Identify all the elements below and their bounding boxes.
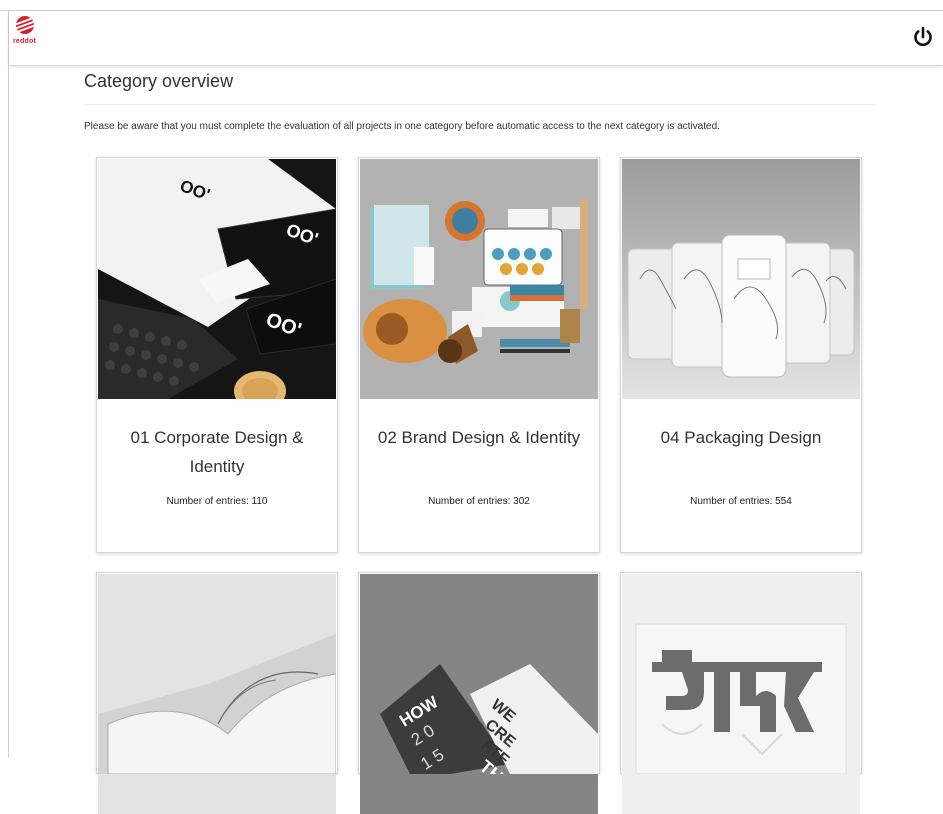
reddot-logo-icon xyxy=(16,16,34,34)
logo-text: reddot xyxy=(13,38,36,45)
category-thumbnail: OO' OO' OO' xyxy=(98,159,336,399)
entry-count: Number of entries: 554 xyxy=(690,496,792,507)
entry-count: Number of entries: 110 xyxy=(166,496,268,507)
category-thumbnail xyxy=(622,159,860,399)
evaluation-notice: Please be aware that you must complete t… xyxy=(84,121,720,132)
category-card[interactable] xyxy=(96,572,338,814)
window-frame-top xyxy=(0,0,943,11)
category-title: 02 Brand Design & Identity xyxy=(377,428,581,447)
category-title: 04 Packaging Design xyxy=(660,428,822,447)
category-card[interactable] xyxy=(620,572,862,814)
main-content: Category overview Please be aware that y… xyxy=(84,66,876,132)
category-card-brand-design[interactable]: 02 Brand Design & Identity Number of ent… xyxy=(358,157,600,553)
category-thumbnail xyxy=(98,574,336,814)
page-title: Category overview xyxy=(84,71,876,105)
category-card-corporate-design[interactable]: OO' OO' OO' 01 Corporate Design & Identi… xyxy=(96,157,338,553)
category-thumbnail: HOW 2 0 1 5 WE CRE ATE THE xyxy=(360,574,598,814)
power-icon xyxy=(914,26,932,46)
reddot-logo[interactable]: reddot xyxy=(13,16,41,56)
category-thumbnail xyxy=(360,159,598,399)
power-button[interactable] xyxy=(911,25,935,49)
entry-count: Number of entries: 302 xyxy=(428,496,530,507)
category-title: 01 Corporate Design & Identity xyxy=(130,428,304,476)
category-card-packaging-design[interactable]: 04 Packaging Design Number of entries: 5… xyxy=(620,157,862,553)
window-frame-left xyxy=(8,10,9,758)
top-bar: reddot xyxy=(9,11,943,66)
category-thumbnail xyxy=(622,574,860,814)
category-card[interactable]: HOW 2 0 1 5 WE CRE ATE THE xyxy=(358,572,600,814)
